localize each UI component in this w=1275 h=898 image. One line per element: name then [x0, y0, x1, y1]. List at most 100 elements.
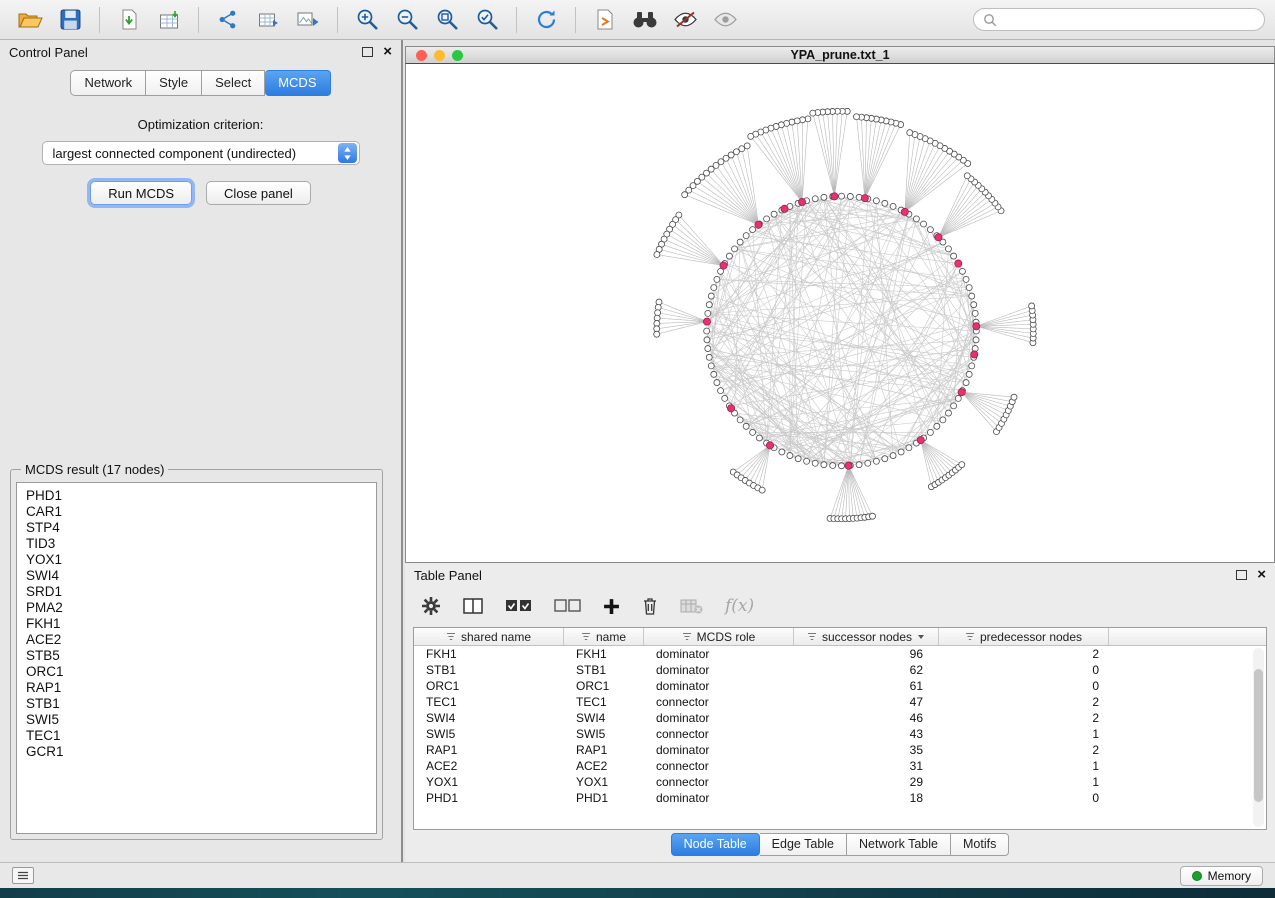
tab-node-table[interactable]: Node Table [671, 833, 760, 856]
column-header-shared-name[interactable]: shared name [414, 628, 564, 645]
hide-eye-button[interactable] [667, 5, 703, 35]
tab-mcds[interactable]: MCDS [265, 70, 330, 96]
search-binoculars-button[interactable] [627, 5, 663, 35]
node-table: shared namenameMCDS rolesuccessor nodesp… [413, 627, 1267, 830]
delete-column-button[interactable] [642, 597, 658, 615]
table-row[interactable]: RAP1RAP1dominator352 [414, 742, 1266, 758]
result-node[interactable]: SRD1 [26, 584, 367, 600]
sort-icon [682, 632, 692, 641]
table-row[interactable]: YOX1YOX1connector291 [414, 774, 1266, 790]
result-node[interactable]: TEC1 [26, 728, 367, 744]
import-table-button[interactable] [151, 5, 187, 35]
add-column-button[interactable] [603, 598, 620, 615]
save-button[interactable] [52, 5, 88, 35]
zoom-out-button[interactable] [389, 5, 425, 35]
fx-icon: f(x) [725, 596, 754, 616]
control-panel-tabs: NetworkStyleSelectMCDS [0, 70, 401, 96]
result-node[interactable]: FKH1 [26, 616, 367, 632]
close-panel-icon[interactable]: × [1257, 570, 1266, 580]
maximize-window-icon[interactable] [452, 50, 463, 61]
sort-icon [965, 632, 975, 641]
network-titlebar[interactable]: YPA_prune.txt_1 [405, 46, 1275, 64]
tab-select[interactable]: Select [202, 70, 265, 96]
result-node[interactable]: SWI5 [26, 712, 367, 728]
select-stepper-icon [338, 143, 357, 163]
result-node[interactable]: STP4 [26, 520, 367, 536]
status-bar: Memory [0, 862, 1275, 888]
open-folder-button[interactable] [12, 5, 48, 35]
main-toolbar [0, 0, 1275, 40]
tab-style[interactable]: Style [146, 70, 202, 96]
result-node[interactable]: PMA2 [26, 600, 367, 616]
table-settings-button[interactable] [421, 596, 441, 616]
result-node[interactable]: STB5 [26, 648, 367, 664]
float-panel-icon[interactable] [1236, 570, 1247, 580]
close-window-icon[interactable] [416, 50, 427, 61]
toolbar-separator [99, 7, 100, 33]
control-panel: Control Panel × NetworkStyleSelectMCDS O… [0, 40, 403, 862]
tab-edge-table[interactable]: Edge Table [760, 833, 847, 856]
result-node[interactable]: ORC1 [26, 664, 367, 680]
close-panel-button[interactable]: Close panel [206, 181, 311, 205]
export-image-button[interactable] [290, 5, 326, 35]
table-row[interactable]: SWI4SWI4dominator462 [414, 710, 1266, 726]
zoom-in-button[interactable] [349, 5, 385, 35]
criterion-select[interactable]: largest connected component (undirected) [42, 141, 360, 165]
mcds-result-list[interactable]: PHD1CAR1STP4TID3YOX1SWI4SRD1PMA2FKH1ACE2… [16, 482, 377, 834]
close-panel-icon[interactable]: × [383, 47, 392, 57]
select-all-button[interactable] [505, 599, 532, 613]
table-row[interactable]: SWI5SWI5connector431 [414, 726, 1266, 742]
table-row[interactable]: ORC1ORC1dominator610 [414, 678, 1266, 694]
clone-document-button[interactable] [587, 5, 623, 35]
result-node[interactable]: RAP1 [26, 680, 367, 696]
result-node[interactable]: CAR1 [26, 504, 367, 520]
column-header-mcds-role[interactable]: MCDS role [644, 628, 794, 645]
table-row[interactable]: TEC1TEC1connector472 [414, 694, 1266, 710]
result-node[interactable]: ACE2 [26, 632, 367, 648]
result-node[interactable]: STB1 [26, 696, 367, 712]
tab-network-table[interactable]: Network Table [847, 833, 951, 856]
tab-motifs[interactable]: Motifs [951, 833, 1009, 856]
refresh-button[interactable] [528, 5, 564, 35]
import-file-button[interactable] [111, 5, 147, 35]
search-box[interactable] [973, 8, 1265, 31]
delete-table-button[interactable] [680, 598, 703, 614]
column-header-predecessor-nodes[interactable]: predecessor nodes [939, 628, 1109, 645]
scrollbar-thumb[interactable] [1254, 669, 1263, 801]
network-canvas[interactable] [405, 64, 1275, 563]
sort-icon [807, 632, 817, 641]
show-eye-button[interactable] [707, 5, 743, 35]
memory-button[interactable]: Memory [1180, 866, 1263, 886]
table-scrollbar[interactable] [1253, 648, 1264, 827]
mcds-result-title: MCDS result (17 nodes) [21, 462, 168, 477]
panel-menu-button[interactable] [12, 867, 34, 884]
zoom-fit-button[interactable] [429, 5, 465, 35]
search-input[interactable] [1003, 13, 1255, 27]
table-panel: Table Panel × [405, 563, 1275, 862]
result-node[interactable]: GCR1 [26, 744, 367, 760]
table-row[interactable]: ACE2ACE2connector311 [414, 758, 1266, 774]
float-panel-icon[interactable] [362, 47, 373, 57]
deselect-all-button[interactable] [554, 599, 581, 613]
export-table-button[interactable] [250, 5, 286, 35]
table-row[interactable]: STB1STB1dominator620 [414, 662, 1266, 678]
column-header-name[interactable]: name [564, 628, 644, 645]
result-node[interactable]: YOX1 [26, 552, 367, 568]
sort-icon [446, 632, 456, 641]
chevron-down-icon [917, 634, 925, 640]
minimize-window-icon[interactable] [434, 50, 445, 61]
column-header-successor-nodes[interactable]: successor nodes [794, 628, 939, 645]
memory-label: Memory [1208, 869, 1251, 883]
criterion-value: largest connected component (undirected) [53, 146, 297, 161]
result-node[interactable]: SWI4 [26, 568, 367, 584]
function-builder-button[interactable]: f(x) [725, 596, 754, 616]
run-mcds-button[interactable]: Run MCDS [90, 181, 192, 205]
result-node[interactable]: PHD1 [26, 488, 367, 504]
tab-network[interactable]: Network [70, 70, 146, 96]
table-row[interactable]: FKH1FKH1dominator962 [414, 646, 1266, 662]
zoom-selected-button[interactable] [469, 5, 505, 35]
table-row[interactable]: PHD1PHD1dominator180 [414, 790, 1266, 806]
show-columns-button[interactable] [463, 597, 483, 615]
result-node[interactable]: TID3 [26, 536, 367, 552]
export-network-button[interactable] [210, 5, 246, 35]
